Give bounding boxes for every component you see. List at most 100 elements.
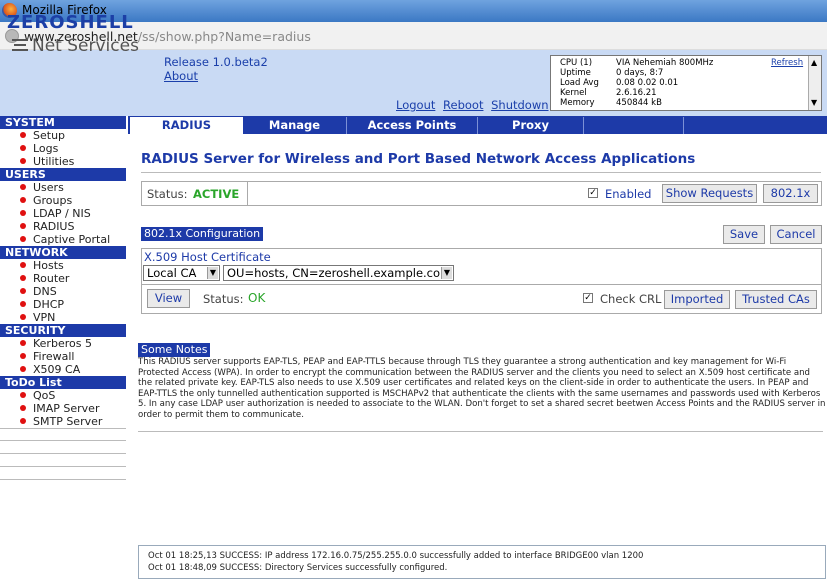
sidebar-section-system: SYSTEM: [0, 116, 126, 129]
certificate-select[interactable]: OU=hosts, CN=zeroshell.example.com ▼: [223, 265, 454, 281]
notes-text: This RADIUS server supports EAP-TLS, PEA…: [138, 357, 826, 420]
sidebar-item-logs[interactable]: Logs: [0, 142, 126, 155]
scroll-down-icon[interactable]: ▼: [811, 98, 817, 108]
chevron-down-icon: ▼: [441, 267, 452, 279]
save-button[interactable]: Save: [723, 225, 765, 244]
bullet-icon: [20, 197, 26, 203]
bullet-icon: [20, 223, 26, 229]
sysinfo-key: Load Avg: [560, 78, 599, 88]
bullet-icon: [20, 262, 26, 268]
sidebar-item-dns[interactable]: DNS: [0, 285, 126, 298]
bullet-icon: [20, 184, 26, 190]
enabled-label: Enabled: [605, 187, 652, 201]
bullet-icon: [20, 145, 26, 151]
page-title: RADIUS Server for Wireless and Port Base…: [141, 151, 696, 167]
bullet-icon: [20, 392, 26, 398]
notes-divider: [138, 431, 823, 432]
sidebar-item-kerberos[interactable]: Kerberos 5: [0, 337, 126, 350]
log-entry: Oct 01 18:25,13 SUCCESS: IP address 172.…: [148, 551, 644, 561]
bullet-icon: [20, 405, 26, 411]
about-link[interactable]: About: [164, 69, 198, 83]
cert-status-value: OK: [248, 291, 266, 305]
check-crl-checkbox[interactable]: ✓: [583, 293, 593, 303]
sidebar-item-groups[interactable]: Groups: [0, 194, 126, 207]
sidebar-item-vpn[interactable]: VPN: [0, 311, 126, 324]
tab-empty: [683, 117, 763, 134]
sysinfo-key: Uptime: [560, 68, 591, 78]
sidebar-item-x509-ca[interactable]: X509 CA: [0, 363, 126, 376]
bullet-icon: [20, 314, 26, 320]
sidebar-section-network: NETWORK: [0, 246, 126, 259]
view-button[interactable]: View: [147, 289, 190, 308]
trusted-cas-button[interactable]: Trusted CAs: [735, 290, 817, 309]
status-label: Status:: [147, 187, 188, 201]
bullet-icon: [20, 288, 26, 294]
session-links: Logout Reboot Shutdown: [396, 98, 553, 112]
bullet-icon: [20, 275, 26, 281]
sidebar-empty-rows: [0, 428, 126, 480]
chevron-down-icon: ▼: [207, 267, 218, 279]
sidebar-item-imap[interactable]: IMAP Server: [0, 402, 126, 415]
sidebar-item-smtp[interactable]: SMTP Server: [0, 415, 126, 428]
certificate-status-row: View Status: OK ✓ Check CRL Imported Tru…: [141, 285, 822, 314]
certificate-panel: X.509 Host Certificate Local CA ▼ OU=host…: [141, 248, 822, 285]
tab-proxy[interactable]: Proxy: [477, 117, 583, 134]
scroll-up-icon[interactable]: ▲: [811, 58, 817, 68]
shutdown-link[interactable]: Shutdown: [491, 98, 548, 112]
sidebar-item-router[interactable]: Router: [0, 272, 126, 285]
sysinfo-value: 2.6.16.21: [616, 88, 657, 98]
logo-subtitle: Net Services: [12, 36, 139, 56]
bullet-icon: [20, 158, 26, 164]
sidebar-item-captive-portal[interactable]: Captive Portal: [0, 233, 126, 246]
sidebar-item-qos[interactable]: QoS: [0, 389, 126, 402]
config-header: 802.1x Configuration: [141, 227, 264, 241]
title-divider: [141, 172, 821, 173]
sysinfo-value: 450844 kB: [616, 98, 662, 108]
certificate-label: X.509 Host Certificate: [144, 250, 271, 264]
show-requests-button[interactable]: Show Requests: [662, 184, 757, 203]
bullet-icon: [20, 418, 26, 424]
logo-lines-icon: [12, 39, 28, 51]
ca-select[interactable]: Local CA ▼: [143, 265, 220, 281]
sysinfo-key: Memory: [560, 98, 595, 108]
log-entry: Oct 01 18:48,09 SUCCESS: Directory Servi…: [148, 563, 448, 573]
sysinfo-value: VIA Nehemiah 800MHz: [616, 58, 714, 68]
cert-status-label: Status:: [203, 292, 244, 306]
sidebar-item-setup[interactable]: Setup: [0, 129, 126, 142]
sysinfo-scrollbar[interactable]: ▲ ▼: [808, 56, 821, 110]
release-label: Release 1.0.beta2: [164, 55, 268, 69]
bullet-icon: [20, 210, 26, 216]
sidebar-item-firewall[interactable]: Firewall: [0, 350, 126, 363]
dot1x-button[interactable]: 802.1x: [763, 184, 818, 203]
reboot-link[interactable]: Reboot: [443, 98, 483, 112]
sidebar-item-utilities[interactable]: Utilities: [0, 155, 126, 168]
sidebar-item-ldap[interactable]: LDAP / NIS: [0, 207, 126, 220]
tab-access-points[interactable]: Access Points: [346, 117, 477, 134]
event-log: Oct 01 18:25,13 SUCCESS: IP address 172.…: [138, 545, 826, 579]
sidebar-item-hosts[interactable]: Hosts: [0, 259, 126, 272]
check-crl-label: Check CRL: [600, 292, 662, 306]
sidebar-item-users[interactable]: Users: [0, 181, 126, 194]
cancel-button[interactable]: Cancel: [770, 225, 822, 244]
sidebar-item-dhcp[interactable]: DHCP: [0, 298, 126, 311]
sysinfo-key: Kernel: [560, 88, 587, 98]
bullet-icon: [20, 366, 26, 372]
sidebar-section-security: SECURITY: [0, 324, 126, 337]
sidebar-item-radius[interactable]: RADIUS: [0, 220, 126, 233]
bullet-icon: [20, 340, 26, 346]
tab-radius[interactable]: RADIUS: [130, 117, 243, 134]
sidebar-section-todo: ToDo List: [0, 376, 126, 389]
imported-button[interactable]: Imported: [664, 290, 730, 309]
refresh-link[interactable]: Refresh: [771, 58, 803, 68]
enabled-checkbox[interactable]: ✓: [588, 188, 598, 198]
tab-manage[interactable]: Manage: [243, 117, 346, 134]
bullet-icon: [20, 132, 26, 138]
notes-header: Some Notes: [138, 343, 211, 357]
bullet-icon: [20, 301, 26, 307]
status-panel: Status: ACTIVE ✓ Enabled Show Requests 8…: [141, 181, 822, 206]
sidebar: SYSTEM Setup Logs Utilities USERS Users …: [0, 116, 126, 579]
logout-link[interactable]: Logout: [396, 98, 435, 112]
system-info-panel: CPU (1) VIA Nehemiah 800MHz Uptime 0 day…: [550, 55, 822, 111]
sysinfo-value: 0 days, 8:7: [616, 68, 664, 78]
bullet-icon: [20, 236, 26, 242]
